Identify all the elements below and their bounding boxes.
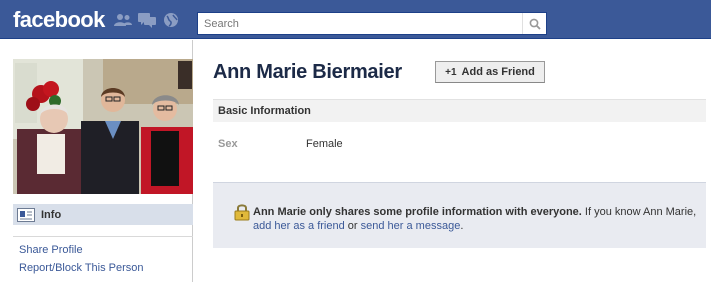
- info-tab-label: Info: [41, 208, 62, 221]
- add-as-friend-button[interactable]: +1 Add as Friend: [435, 61, 545, 83]
- info-icon: [17, 207, 35, 222]
- sex-label: Sex: [218, 138, 238, 150]
- basic-information-header: Basic Information: [213, 99, 706, 122]
- add-friend-label: Add as Friend: [461, 66, 535, 78]
- messages-icon[interactable]: [138, 12, 156, 28]
- notice-text-1: If you know Ann Marie,: [581, 206, 697, 218]
- notifications-globe-icon[interactable]: [162, 12, 180, 28]
- share-profile-link[interactable]: Share Profile: [19, 244, 83, 256]
- add-friend-icon: +1: [445, 66, 457, 78]
- privacy-notice: Ann Marie only shares some profile infor…: [213, 182, 706, 248]
- search-box: [197, 12, 547, 35]
- send-her-message-link[interactable]: send her a message: [361, 220, 461, 232]
- privacy-notice-text: Ann Marie only shares some profile infor…: [253, 205, 703, 233]
- lock-icon: [234, 203, 250, 221]
- profile-name: Ann Marie Biermaier: [213, 61, 402, 83]
- top-bar: facebook: [0, 0, 711, 39]
- sex-value: Female: [306, 138, 343, 150]
- search-button[interactable]: [522, 13, 546, 34]
- search-input[interactable]: [198, 13, 518, 34]
- info-tab[interactable]: Info: [13, 204, 193, 225]
- notice-text-2: or: [344, 220, 361, 232]
- sidebar-divider: [13, 236, 193, 237]
- report-block-link[interactable]: Report/Block This Person: [19, 262, 144, 274]
- notice-bold-text: Ann Marie only shares some profile infor…: [253, 206, 582, 218]
- facebook-logo[interactable]: facebook: [13, 9, 105, 31]
- search-icon: [529, 18, 541, 30]
- add-her-as-friend-link[interactable]: add her as a friend: [253, 220, 345, 232]
- friend-requests-icon[interactable]: [114, 12, 132, 28]
- left-sidebar: Info Share Profile Report/Block This Per…: [0, 40, 193, 282]
- notice-text-3: .: [460, 220, 464, 232]
- profile-photo[interactable]: [13, 59, 193, 194]
